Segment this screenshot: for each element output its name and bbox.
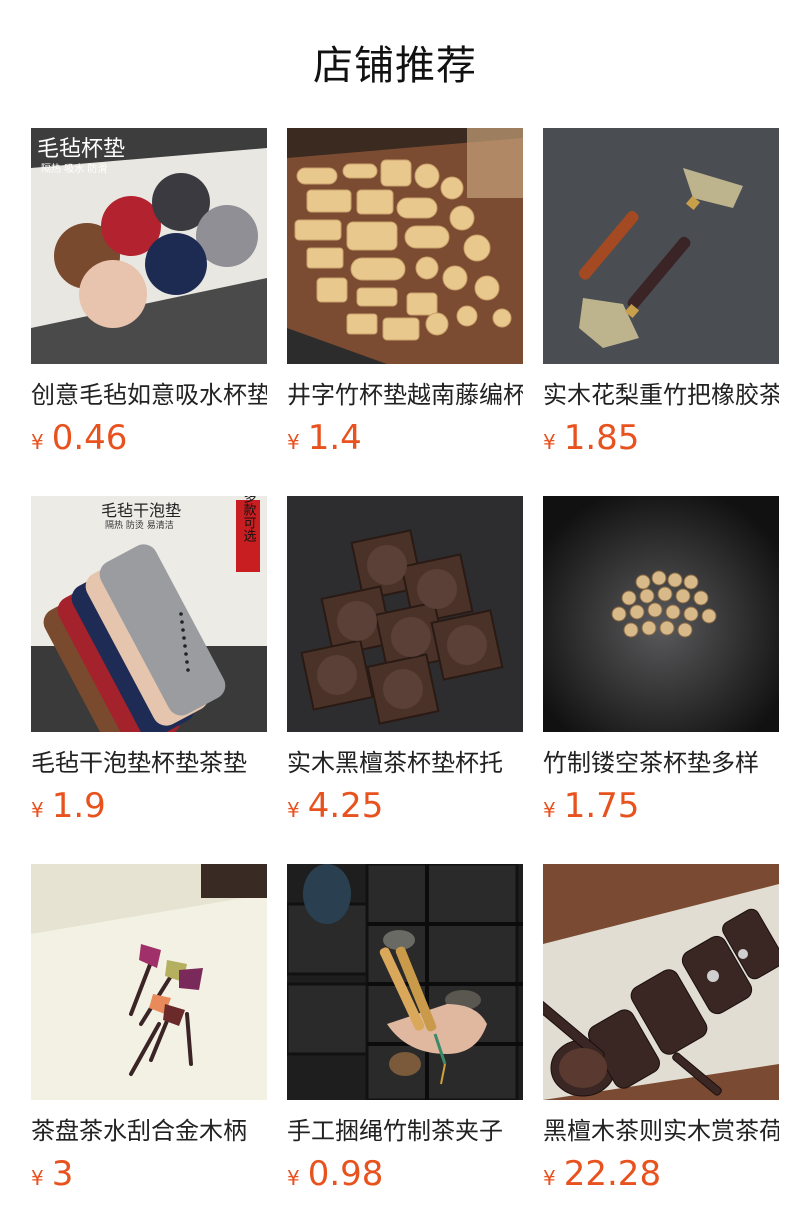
product-name[interactable]: 竹制镂空茶杯垫多样	[543, 746, 779, 780]
product-name[interactable]: 实木黑檀茶杯垫杯托	[287, 746, 523, 780]
currency-symbol: ¥	[287, 430, 300, 454]
product-card[interactable]: 黑檀木茶则实木赏茶荷 ¥22.28	[543, 864, 779, 1204]
product-card[interactable]: 毛毡杯垫 隔热 吸水 防滑 创意毛毡如意吸水杯垫 ¥0.46	[31, 128, 267, 468]
price-value: 1.9	[51, 786, 106, 826]
product-name[interactable]: 茶盘茶水刮合金木柄	[31, 1114, 267, 1148]
tea-scraper-image	[543, 128, 779, 364]
currency-symbol: ¥	[31, 798, 44, 822]
product-price: ¥0.98	[287, 1154, 523, 1194]
product-card[interactable]: 实木黑檀茶杯垫杯托 ¥4.25	[287, 496, 523, 836]
currency-symbol: ¥	[543, 1166, 556, 1190]
ebony-tea-scoop-image	[543, 864, 779, 1100]
bamboo-coaster-image	[287, 128, 523, 364]
product-card[interactable]: 手工捆绳竹制茶夹子 ¥0.98	[287, 864, 523, 1204]
product-image[interactable]: 毛毡干泡垫 隔热 防烫 易清洁 多款可选	[31, 496, 267, 732]
product-card[interactable]: 毛毡干泡垫 隔热 防烫 易清洁 多款可选 毛毡干泡垫杯垫茶垫 ¥1.9	[31, 496, 267, 836]
bamboo-hollow-coaster-image	[543, 496, 779, 732]
product-image[interactable]	[543, 864, 779, 1100]
product-image[interactable]	[543, 128, 779, 364]
product-name[interactable]: 手工捆绳竹制茶夹子	[287, 1114, 523, 1148]
product-name[interactable]: 毛毡干泡垫杯垫茶垫	[31, 746, 267, 780]
price-value: 1.75	[563, 786, 640, 826]
price-value: 0.98	[307, 1154, 384, 1194]
ebony-coaster-image	[287, 496, 523, 732]
currency-symbol: ¥	[31, 430, 44, 454]
product-image[interactable]	[31, 864, 267, 1100]
image-badge: 多款可选	[241, 496, 257, 543]
felt-coaster-image: 毛毡杯垫 隔热 吸水 防滑	[31, 128, 267, 364]
product-price: ¥4.25	[287, 786, 523, 826]
price-value: 22.28	[563, 1154, 662, 1194]
price-value: 4.25	[307, 786, 384, 826]
price-value: 3	[51, 1154, 74, 1194]
product-card[interactable]: 茶盘茶水刮合金木柄 ¥3	[31, 864, 267, 1204]
price-value: 1.85	[563, 418, 640, 458]
product-price: ¥1.9	[31, 786, 267, 826]
price-value: 1.4	[307, 418, 362, 458]
product-name[interactable]: 实木花梨重竹把橡胶茶刮	[543, 378, 779, 412]
currency-symbol: ¥	[543, 798, 556, 822]
image-caption: 毛毡杯垫	[37, 137, 125, 162]
price-value: 0.46	[51, 418, 128, 458]
product-image[interactable]	[287, 128, 523, 364]
product-image[interactable]: 毛毡杯垫 隔热 吸水 防滑	[31, 128, 267, 364]
product-image[interactable]	[543, 496, 779, 732]
product-name[interactable]: 创意毛毡如意吸水杯垫	[31, 378, 267, 412]
product-price: ¥22.28	[543, 1154, 779, 1194]
product-name[interactable]: 黑檀木茶则实木赏茶荷	[543, 1114, 779, 1148]
alloy-scraper-image	[31, 864, 267, 1100]
image-subcaption: 隔热 吸水 防滑	[41, 162, 107, 175]
bamboo-tea-tongs-image	[287, 864, 523, 1100]
image-subcaption: 隔热 防烫 易清洁	[105, 519, 174, 531]
felt-mat-image: 毛毡干泡垫 隔热 防烫 易清洁 多款可选	[31, 496, 267, 732]
product-name[interactable]: 井字竹杯垫越南藤编杯垫	[287, 378, 523, 412]
product-image[interactable]	[287, 496, 523, 732]
product-image[interactable]	[287, 864, 523, 1100]
page-title: 店铺推荐	[313, 43, 477, 89]
currency-symbol: ¥	[543, 430, 556, 454]
product-card[interactable]: 竹制镂空茶杯垫多样 ¥1.75	[543, 496, 779, 836]
product-price: ¥1.75	[543, 786, 779, 826]
product-price: ¥0.46	[31, 418, 267, 458]
currency-symbol: ¥	[287, 798, 300, 822]
product-price: ¥3	[31, 1154, 267, 1194]
image-caption: 毛毡干泡垫	[101, 501, 181, 520]
currency-symbol: ¥	[31, 1166, 44, 1190]
product-price: ¥1.4	[287, 418, 523, 458]
currency-symbol: ¥	[287, 1166, 300, 1190]
product-card[interactable]: 实木花梨重竹把橡胶茶刮 ¥1.85	[543, 128, 779, 468]
product-card[interactable]: 井字竹杯垫越南藤编杯垫 ¥1.4	[287, 128, 523, 468]
product-price: ¥1.85	[543, 418, 779, 458]
